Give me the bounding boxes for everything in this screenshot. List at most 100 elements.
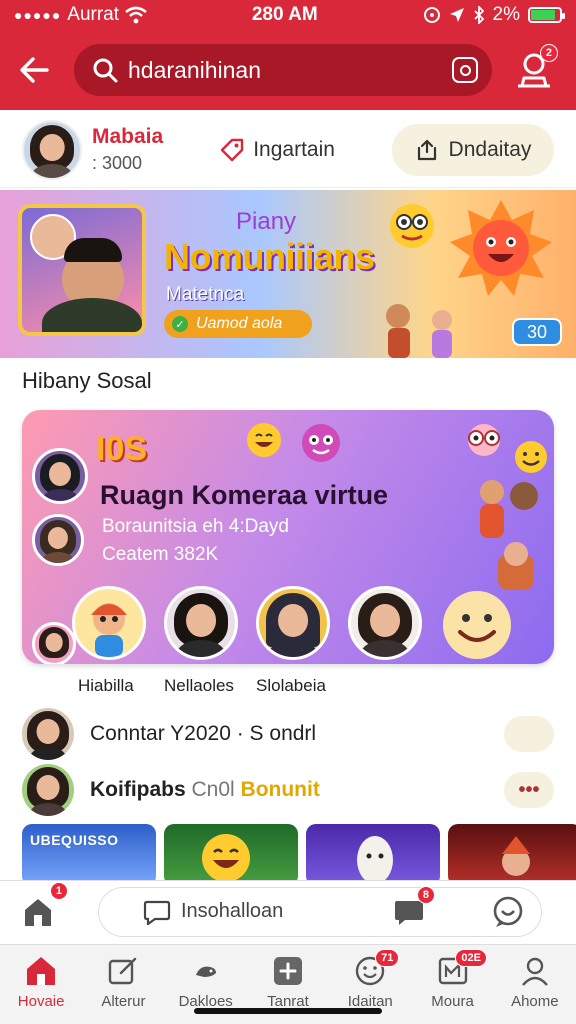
- nav-label: Alterur: [101, 993, 146, 1010]
- battery-percent: 2%: [492, 4, 520, 25]
- nav-moura[interactable]: 02E Moura: [411, 945, 493, 1024]
- nerd-emoji-icon: [468, 424, 500, 456]
- big-smile-emoji-icon: [443, 591, 511, 659]
- sun-mascot-icon: [450, 200, 552, 296]
- back-button[interactable]: [14, 50, 54, 90]
- location-icon: [449, 8, 464, 22]
- share-action-label: Ingartain: [253, 137, 335, 161]
- laughing-emoji-icon: [202, 834, 250, 880]
- cartoon-boy-icon: [91, 603, 127, 657]
- banner-button[interactable]: ✓ Uamod aola: [164, 310, 312, 338]
- list-item-accent: Bonunit: [240, 778, 320, 801]
- list-item-rest: Cn0l: [185, 778, 241, 801]
- banner-subtitle: Matetnca: [166, 284, 245, 305]
- top-bar: hdaranihinan 2: [0, 30, 576, 110]
- nav-ahome[interactable]: Ahome: [494, 945, 576, 1024]
- status-time: 280 AM: [251, 4, 318, 25]
- search-input[interactable]: hdaranihinan: [128, 57, 452, 84]
- thumbnail[interactable]: UBEQUISSO: [22, 824, 156, 880]
- profile-name: Mabaia: [92, 125, 164, 148]
- nav-label: Hovaie: [17, 993, 65, 1010]
- nav-label: Moura: [431, 993, 474, 1010]
- profile-info: Mabaia : 3000: [92, 125, 163, 174]
- profile-row: Mabaia : 3000 Ingartain Dndaitay: [0, 112, 576, 188]
- room-subtitle: Boraunitsia eh 4:Dayd: [102, 516, 289, 537]
- list-item[interactable]: Koifipabs Cn0l Bonunit •••: [22, 762, 554, 818]
- chat-badge: 8: [416, 885, 435, 904]
- adventurer-character-icon: [480, 480, 538, 590]
- comment-input[interactable]: Insohalloan 8: [98, 885, 542, 937]
- smile-emoji-icon: [515, 441, 547, 473]
- banner-chip[interactable]: 30: [512, 318, 562, 346]
- member-avatar-4[interactable]: [348, 586, 422, 660]
- member-label-1: Hiabilla: [78, 676, 134, 695]
- list-avatar[interactable]: [22, 764, 74, 816]
- member-avatar-1[interactable]: [72, 586, 146, 660]
- member-avatar-3[interactable]: [256, 586, 330, 660]
- message-button[interactable]: 8: [393, 885, 435, 926]
- share-action[interactable]: Ingartain: [219, 137, 335, 163]
- list-item[interactable]: Conntar Y2020 · S ondrl: [22, 706, 554, 762]
- home-indicator: [194, 1008, 382, 1014]
- list-item-text: Koifipabs Cn0l Bonunit: [90, 778, 320, 802]
- more-options-button[interactable]: •••: [504, 772, 554, 808]
- home-shortcut-button[interactable]: 1: [22, 881, 68, 928]
- back-arrow-icon: [20, 57, 49, 83]
- comment-placeholder: Insohalloan: [181, 900, 284, 922]
- cohost-avatar[interactable]: [32, 514, 84, 566]
- share-icon: [417, 139, 436, 160]
- banner-title: Nomuniiians: [164, 236, 375, 277]
- chat-bubble-icon: [143, 900, 171, 925]
- notification-badge: 2: [539, 44, 558, 62]
- home-badge: 1: [49, 881, 68, 900]
- egg-character-icon: [357, 836, 393, 880]
- check-icon: ✓: [172, 316, 188, 332]
- tag-icon: [221, 138, 244, 161]
- member-avatar-2[interactable]: [164, 586, 238, 660]
- list-item-action[interactable]: [504, 716, 554, 752]
- secondary-bar: 1 Insohalloan 8: [0, 880, 576, 942]
- section-title: Hibany Sosal: [22, 368, 152, 393]
- house-icon: [25, 898, 51, 926]
- member-label-2: Nellaoles: [164, 676, 234, 695]
- member-label-3: Slolabeia: [256, 676, 326, 695]
- scan-icon[interactable]: [452, 57, 478, 83]
- profile-subtitle: : 3000: [92, 153, 143, 173]
- bird-icon: [195, 966, 216, 977]
- search-icon: [93, 58, 118, 83]
- thumbnail-strip: UBEQUISSO: [22, 824, 576, 880]
- nav-badge: 02E: [455, 949, 487, 967]
- grin-emoji-icon: [247, 423, 281, 457]
- support-chat-icon: [493, 896, 523, 927]
- banner-photo: [18, 204, 146, 336]
- computer-button[interactable]: 2: [512, 44, 558, 92]
- list-item-text: Conntar Y2020 · S ondrl: [90, 722, 317, 745]
- avatar[interactable]: [22, 119, 82, 180]
- viewer-avatar[interactable]: [32, 622, 76, 664]
- edit-icon: [109, 957, 137, 985]
- nav-badge: 71: [375, 949, 400, 967]
- emoji-face-icon: [390, 204, 434, 248]
- live-room-card[interactable]: I0S Ruagn Komeraa virtue Boraunitsia eh …: [22, 410, 554, 664]
- thumbnail[interactable]: [164, 824, 298, 880]
- nav-home[interactable]: Hovaie: [0, 945, 82, 1024]
- thumbnail[interactable]: [448, 824, 576, 880]
- bluetooth-icon: [473, 6, 484, 24]
- signal-dots-icon: ●●●●●: [14, 7, 62, 23]
- wifi-icon: [125, 6, 147, 24]
- list-avatar[interactable]: [22, 708, 74, 760]
- carrier-label: Aurrat: [67, 4, 120, 25]
- alarm-icon: [423, 7, 440, 23]
- host-avatar[interactable]: [32, 448, 88, 504]
- room-viewers: Ceatem 382K: [102, 544, 219, 565]
- thumbnail[interactable]: [306, 824, 440, 880]
- party-character-icon: [502, 836, 530, 876]
- download-button[interactable]: Dndaitay: [392, 123, 554, 176]
- download-label: Dndaitay: [448, 137, 532, 161]
- search-bar[interactable]: hdaranihinan: [74, 44, 492, 96]
- nav-alterur[interactable]: Alterur: [82, 945, 164, 1024]
- profile-icon: [521, 957, 548, 986]
- plus-square-icon: [273, 957, 302, 985]
- promo-banner[interactable]: Piany Nomuniiians Matetnca ✓ Uamod aola …: [0, 190, 576, 358]
- room-title: Ruagn Komeraa virtue: [100, 480, 389, 510]
